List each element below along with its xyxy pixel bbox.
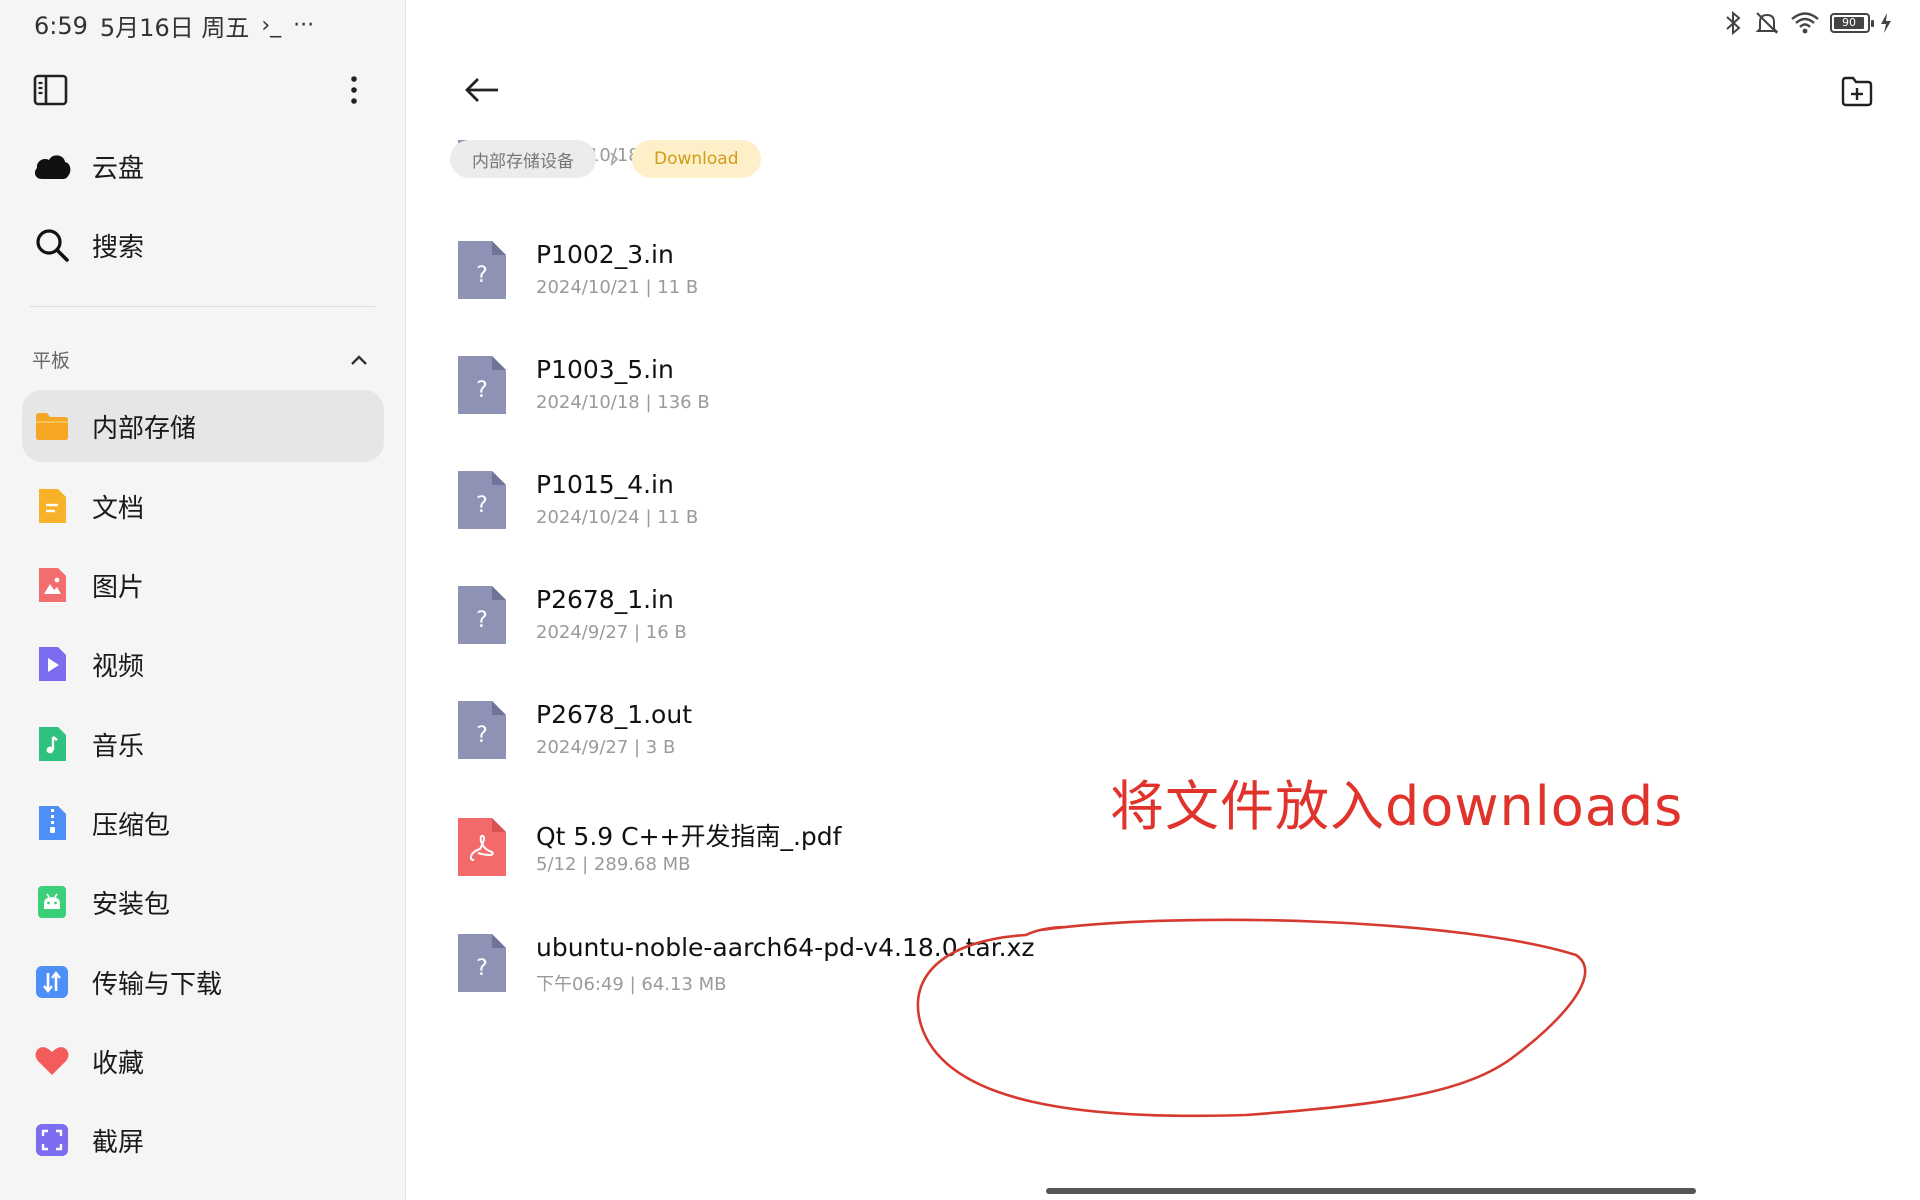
sidebar-item-label: 收藏 xyxy=(92,1048,145,1079)
file-meta: 下午06:49 | 64.13 MB xyxy=(536,974,727,995)
file-meta: 2024/9/27 | 3 B xyxy=(536,737,676,758)
battery-icon: 90 xyxy=(1830,13,1874,33)
document-icon xyxy=(32,486,72,526)
file-row[interactable]: ? P2678_1.in 2024/9/27 | 16 B xyxy=(406,585,1920,715)
folder-icon xyxy=(32,406,72,446)
svg-text:?: ? xyxy=(476,493,488,518)
chevron-up-icon[interactable] xyxy=(348,349,370,371)
unknown-file-icon: ? xyxy=(458,241,506,299)
heart-icon xyxy=(32,1041,72,1081)
sidebar-item-label: 视频 xyxy=(92,651,145,682)
music-icon xyxy=(32,724,72,764)
more-options-icon[interactable] xyxy=(342,72,366,108)
sidebar-item-label: 截屏 xyxy=(92,1127,145,1158)
sidebar-item-screenshots[interactable]: 截屏 xyxy=(22,1104,384,1176)
sidebar-item-label: 搜索 xyxy=(92,232,145,263)
wifi-icon xyxy=(1791,12,1819,34)
terminal-icon: ›_ xyxy=(261,13,282,38)
status-time: 6:59 xyxy=(34,11,88,40)
sidebar-item-transfers[interactable]: 传输与下载 xyxy=(22,946,384,1018)
svg-text:?: ? xyxy=(476,378,488,403)
file-browser: 90 ? 2024/10/18 | 9 B ? P1002_3.in 2024/… xyxy=(406,0,1920,1200)
unknown-file-icon: ? xyxy=(458,701,506,759)
file-meta: 2024/10/21 | 11 B xyxy=(536,277,699,298)
unknown-file-icon: ? xyxy=(458,586,506,644)
file-meta: 2024/9/27 | 16 B xyxy=(536,622,687,643)
sidebar-item-internal-storage[interactable]: 内部存储 xyxy=(22,390,384,462)
file-name: P2678_1.in xyxy=(536,585,674,614)
unknown-file-icon: ? xyxy=(458,356,506,414)
archive-icon xyxy=(32,803,72,843)
file-row[interactable]: ? P1003_5.in 2024/10/18 | 136 B xyxy=(406,355,1920,485)
mute-bell-icon xyxy=(1755,12,1779,34)
breadcrumb-internal-storage[interactable]: 内部存储设备 xyxy=(450,140,596,178)
sidebar-item-label: 图片 xyxy=(92,572,145,603)
file-row[interactable]: ? P1015_4.in 2024/10/24 | 11 B xyxy=(406,470,1920,600)
android-icon xyxy=(32,882,72,922)
file-name: P1015_4.in xyxy=(536,470,674,499)
section-label-tablet: 平板 xyxy=(32,350,71,372)
sidebar-item-images[interactable]: 图片 xyxy=(22,549,384,621)
pdf-file-icon xyxy=(458,818,506,876)
sidebar-item-label: 音乐 xyxy=(92,731,145,762)
sidebar-item-packages[interactable]: 安装包 xyxy=(22,866,384,938)
breadcrumb: 内部存储设备 Download xyxy=(450,140,761,178)
svg-text:?: ? xyxy=(476,608,488,633)
sidebar-item-label: 云盘 xyxy=(92,153,145,184)
annotation-ellipse xyxy=(916,918,1587,1118)
new-folder-icon[interactable] xyxy=(1840,74,1874,108)
sidebar-item-label: 传输与下载 xyxy=(92,969,223,1000)
back-arrow-icon[interactable] xyxy=(462,70,502,110)
sidebar-toggle-icon[interactable] xyxy=(33,73,69,107)
more-notifications-icon: ··· xyxy=(293,13,315,38)
file-name: P2678_1.out xyxy=(536,700,692,729)
sidebar-item-favorites[interactable]: 收藏 xyxy=(22,1025,384,1097)
sidebar-item-music[interactable]: 音乐 xyxy=(22,708,384,780)
screenshot-icon xyxy=(32,1120,72,1160)
sidebar: 6:59 5月16日 周五 ›_ ··· 云盘 搜索 平板 内部存储 文档 图片… xyxy=(0,0,406,1200)
home-indicator[interactable] xyxy=(1046,1188,1696,1194)
charging-icon xyxy=(1881,13,1891,33)
status-bar-right: 90 xyxy=(1722,10,1892,36)
chevron-right-icon xyxy=(610,152,619,166)
svg-text:?: ? xyxy=(476,723,488,748)
breadcrumb-download[interactable]: Download xyxy=(632,140,761,178)
cloud-icon xyxy=(32,146,72,186)
video-icon xyxy=(32,644,72,684)
transfer-icon xyxy=(32,962,72,1002)
file-meta: 5/12 | 289.68 MB xyxy=(536,854,691,875)
sidebar-item-label: 文档 xyxy=(92,493,145,524)
status-date: 5月16日 周五 xyxy=(99,14,250,42)
file-row[interactable]: ? P1002_3.in 2024/10/21 | 11 B xyxy=(406,240,1920,370)
sidebar-item-videos[interactable]: 视频 xyxy=(22,628,384,700)
unknown-file-icon: ? xyxy=(458,934,506,992)
annotation-text: 将文件放入downloads xyxy=(1110,775,1684,838)
svg-text:?: ? xyxy=(476,956,488,981)
sidebar-item-label: 安装包 xyxy=(92,889,171,920)
status-bar-left: 6:59 5月16日 周五 ›_ ··· xyxy=(34,8,314,43)
svg-text:?: ? xyxy=(476,263,488,288)
bluetooth-icon xyxy=(1726,10,1741,36)
sidebar-item-label: 压缩包 xyxy=(92,810,171,841)
file-meta: 2024/10/24 | 11 B xyxy=(536,507,699,528)
search-icon xyxy=(32,225,72,265)
file-name: P1002_3.in xyxy=(536,240,674,269)
unknown-file-icon: ? xyxy=(458,471,506,529)
sidebar-item-archives[interactable]: 压缩包 xyxy=(22,787,384,859)
file-meta: 2024/10/18 | 136 B xyxy=(536,392,710,413)
file-name: P1003_5.in xyxy=(536,355,674,384)
file-name: Qt 5.9 C++开发指南_.pdf xyxy=(536,822,842,851)
battery-level: 90 xyxy=(1842,16,1856,29)
sidebar-item-search[interactable]: 搜索 xyxy=(22,209,384,281)
image-icon xyxy=(32,565,72,605)
sidebar-item-cloud[interactable]: 云盘 xyxy=(22,130,384,202)
sidebar-item-documents[interactable]: 文档 xyxy=(22,470,384,542)
sidebar-item-label: 内部存储 xyxy=(92,413,197,444)
sidebar-divider xyxy=(30,306,375,307)
